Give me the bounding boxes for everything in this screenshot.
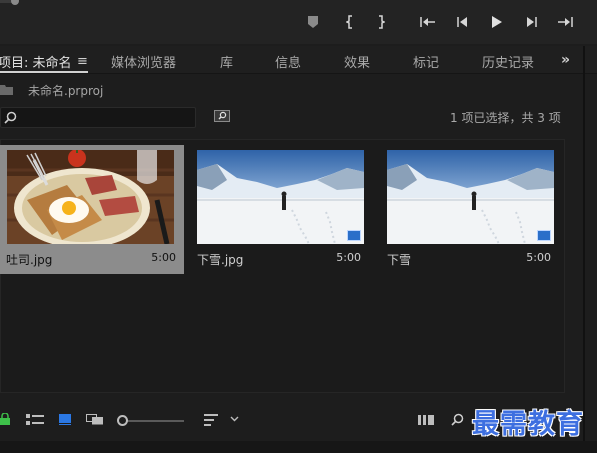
go-to-in-button[interactable] — [420, 12, 436, 32]
mark-out-icon — [379, 15, 385, 29]
zoom-slider-handle[interactable] — [117, 415, 128, 426]
more-tabs-icon[interactable]: » — [561, 52, 570, 68]
step-back-icon — [457, 17, 467, 27]
step-forward-icon — [527, 17, 537, 27]
tab-project[interactable]: 项目: 未命名 — [0, 52, 72, 71]
go-to-out-icon — [558, 17, 573, 27]
tab-history[interactable]: 历史记录 — [482, 52, 534, 71]
search-icon — [4, 111, 17, 124]
list-view-icon[interactable] — [26, 414, 44, 425]
lock-icon[interactable] — [0, 413, 10, 425]
playhead-handle[interactable] — [11, 0, 19, 5]
panel-tab-bar: 项目: 未命名 ≡ 媒体浏览器 库 信息 效果 标记 历史记录 » — [0, 46, 597, 74]
panel-divider[interactable] — [583, 46, 585, 453]
thumbnail-snow-sequence — [387, 150, 554, 244]
item-duration: 5:00 — [336, 251, 361, 264]
item-duration: 5:00 — [526, 251, 551, 264]
marker-icon — [308, 16, 318, 28]
watermark-logo: 最需教育 — [472, 409, 584, 440]
bin-item-snow-image[interactable]: 下雪.jpg 5:00 — [191, 145, 369, 274]
find-in-bin-icon[interactable] — [214, 110, 230, 122]
item-name: 下雪.jpg — [197, 253, 244, 267]
tab-media-browser[interactable]: 媒体浏览器 — [111, 52, 176, 71]
icon-view-icon[interactable] — [59, 414, 71, 425]
find-icon[interactable] — [451, 413, 464, 426]
tab-info[interactable]: 信息 — [275, 52, 301, 71]
step-back-button[interactable] — [455, 12, 469, 32]
bin-item-toast[interactable]: 吐司.jpg 5:00 — [0, 145, 184, 274]
project-folder-icon — [0, 85, 13, 95]
step-forward-button[interactable] — [525, 12, 539, 32]
selection-status: 1 项已选择，共 3 项 — [450, 111, 561, 125]
bottom-panel-edge — [0, 441, 597, 453]
project-filename: 未命名.prproj — [28, 84, 104, 98]
sequence-badge-icon — [537, 230, 551, 241]
add-marker-button[interactable] — [306, 12, 320, 32]
mark-in-icon — [346, 15, 352, 29]
go-to-out-button[interactable] — [557, 12, 573, 32]
tab-menu-icon[interactable]: ≡ — [77, 54, 88, 69]
tab-libraries[interactable]: 库 — [220, 52, 233, 71]
item-name: 吐司.jpg — [6, 253, 53, 267]
freeform-view-icon[interactable] — [86, 414, 104, 425]
tab-markers[interactable]: 标记 — [413, 52, 439, 71]
play-button[interactable] — [490, 12, 504, 32]
clip-badge-icon — [347, 230, 361, 241]
program-monitor-transport — [0, 0, 597, 44]
search-input[interactable] — [0, 107, 196, 128]
chevron-down-icon[interactable] — [230, 416, 239, 422]
mark-in-button[interactable] — [344, 12, 356, 32]
thumbnail-toast — [7, 150, 174, 244]
automate-to-sequence-icon[interactable] — [418, 415, 434, 425]
thumbnail-snow-image — [197, 150, 364, 244]
go-to-in-icon — [420, 17, 435, 27]
tab-effects[interactable]: 效果 — [344, 52, 370, 71]
zoom-slider-track[interactable] — [126, 420, 184, 422]
sort-icons-icon[interactable] — [204, 414, 218, 426]
mark-out-button[interactable] — [375, 12, 387, 32]
item-name: 下雪 — [387, 253, 412, 267]
play-icon — [492, 16, 502, 28]
item-duration: 5:00 — [151, 251, 176, 264]
active-tab-indicator — [0, 71, 88, 73]
bin-item-snow-sequence[interactable]: 下雪 5:00 — [381, 145, 559, 274]
